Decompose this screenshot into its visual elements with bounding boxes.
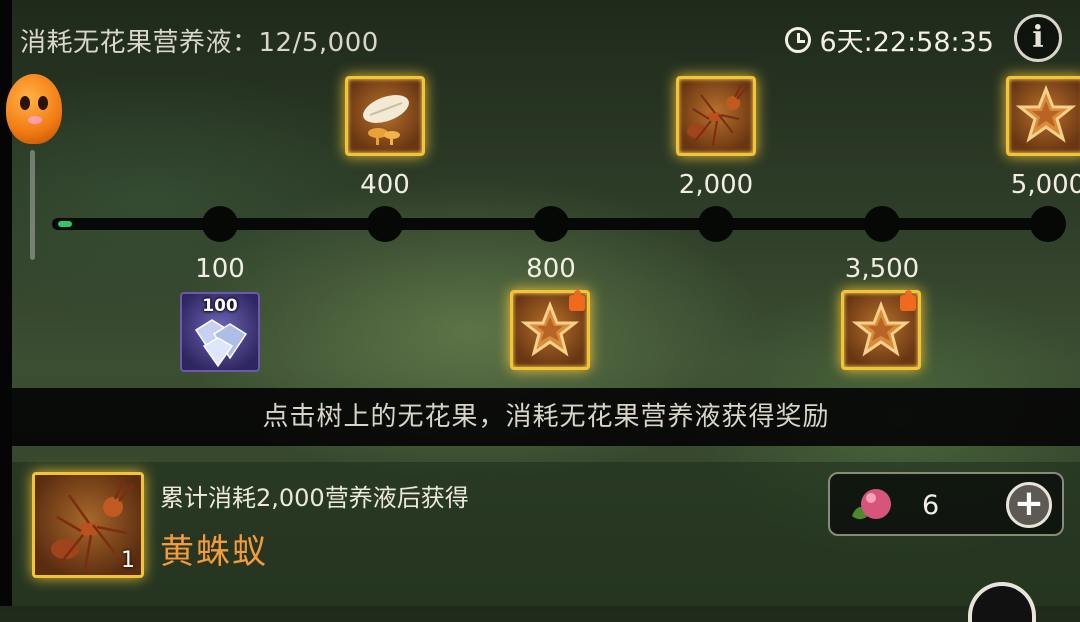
milestone-reward-5000[interactable] [1006, 76, 1080, 156]
milestone-label: 5,000 [1010, 170, 1080, 200]
milestone-label: 2,000 [678, 170, 754, 200]
mascot-eye-icon [20, 96, 30, 110]
milestone-label: 800 [526, 254, 576, 284]
fig-currency-value: 6 [922, 490, 940, 521]
milestone-label: 100 [195, 254, 245, 284]
milestone-reward-2000[interactable] [676, 76, 756, 156]
milestone-node [864, 206, 900, 242]
reward-name: 黄蛛蚁 [160, 532, 268, 572]
star-badge-icon [1015, 84, 1077, 143]
timer-text: 6天:22:58:35 [819, 27, 994, 58]
reward-detail-card[interactable]: 1 [32, 472, 144, 578]
event-timer: 6天:22:58:35 [785, 20, 994, 59]
requirement-text: 累计消耗2,000营养液后获得 [160, 484, 469, 512]
puzzle-piece-icon [569, 290, 585, 311]
milestone-node [1030, 206, 1066, 242]
mascot-avatar[interactable] [6, 74, 62, 144]
milestone-node [698, 206, 734, 242]
reward-count: 100 [202, 296, 238, 316]
consumed-progress-label: 消耗无花果营养液：12/5,000 [20, 28, 379, 58]
puzzle-piece-icon [900, 290, 916, 311]
milestone-reward-400[interactable] [345, 76, 425, 156]
milestone-reward-800[interactable] [510, 290, 590, 370]
larva-egg-icon [363, 95, 409, 145]
info-button[interactable]: i [1014, 14, 1062, 62]
add-currency-button[interactable]: + [1006, 482, 1052, 528]
milestone-node [367, 206, 403, 242]
progress-fill [58, 221, 73, 227]
milestone-node [533, 206, 569, 242]
hint-banner: 点击树上的无花果，消耗无花果营养液获得奖励 [12, 388, 1080, 446]
milestone-reward-100[interactable]: 100 [180, 292, 260, 372]
milestone-label: 3,500 [844, 254, 920, 284]
fig-icon [852, 489, 891, 520]
milestone-reward-3500[interactable] [841, 290, 921, 370]
fig-currency-box: 6 + [828, 472, 1064, 536]
milestone-node [202, 206, 238, 242]
scrollbar[interactable] [30, 150, 35, 260]
mascot-eye-icon [38, 96, 48, 110]
milestone-label: 400 [360, 170, 410, 200]
mascot-cheek-icon [28, 116, 42, 124]
ant-icon [687, 84, 748, 146]
clock-icon [785, 26, 812, 53]
reward-quantity: 1 [121, 548, 135, 573]
